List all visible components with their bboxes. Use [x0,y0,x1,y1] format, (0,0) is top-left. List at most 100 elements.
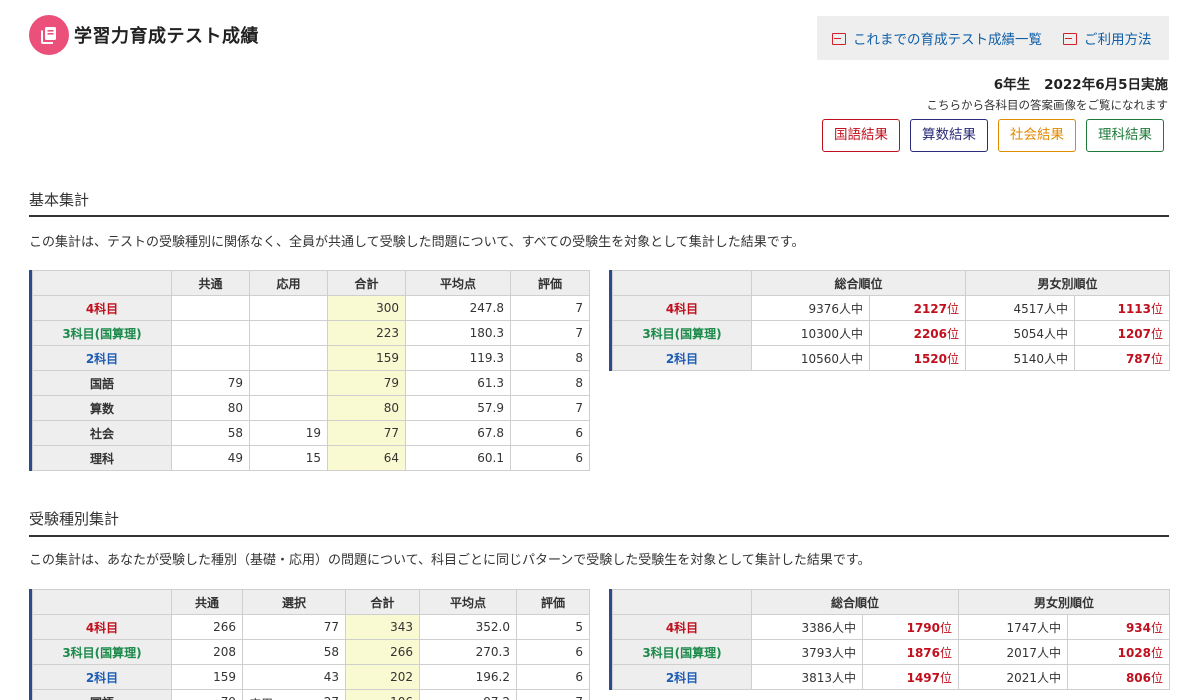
common-score [171,345,250,371]
common-score: 208 [171,639,243,665]
header-cell: 男女別順位 [965,270,1171,296]
row-label: 3科目(国算理) [612,320,752,346]
page-title: 学習力育成テスト成績 [74,26,259,47]
table-row: 4科目 266 77 343 352.0 5 [32,614,590,640]
table-row: 2科目 10560人中 1520位 5140人中 787位 [612,345,1171,371]
applied-score [249,320,328,346]
header-cell: 選択 [242,589,346,615]
row-label: 4科目 [612,614,752,640]
rank-unit: 位 [1151,301,1164,316]
table-row: 2科目 159 119.3 8 [32,345,590,371]
rank-number: 1497 [906,670,940,685]
rank-number: 1207 [1117,326,1152,341]
applied-score [249,370,328,396]
total-score: 64 [327,445,406,471]
selected-value: 27 [324,695,339,700]
row-label: 4科目 [32,614,172,640]
social-result-button[interactable]: 社会結果 [998,119,1076,152]
rank-unit: 位 [1151,351,1164,366]
evaluation: 6 [510,445,590,471]
average-score: 97.2 [419,689,517,700]
table-row: 3科目(国算理) 223 180.3 7 [32,320,590,346]
row-label: 2科目 [612,664,752,690]
type-rank-table: 総合順位 男女別順位 4科目 3386人中 1790位 1747人中 934位 … [612,589,1171,690]
header-cell: 総合順位 [750,270,967,296]
common-score [171,295,250,321]
average-score: 196.2 [419,664,517,690]
total-rank: 2127位 [868,295,967,321]
rank-number: 1790 [906,620,940,635]
science-result-button[interactable]: 理科結果 [1086,119,1164,152]
rank-unit: 位 [940,620,953,635]
evaluation: 6 [516,664,590,690]
table-header-row: 共通 応用 合計 平均点 評価 [32,270,590,296]
type-description: この集計は、あなたが受験した種別（基礎・応用）の問題について、科目ごとに同じパタ… [29,553,871,568]
row-label: 2科目 [32,345,172,371]
usage-guide-link[interactable]: ご利用方法 [1063,28,1152,48]
basic-description: この集計は、テストの受験種別に関係なく、全員が共通して受験した問題について、すべ… [29,235,805,250]
common-score: 79 [171,689,243,700]
evaluation: 8 [510,370,590,396]
grade: 6年生 [993,77,1031,93]
applied-score [249,345,328,371]
math-result-button[interactable]: 算数結果 [910,119,988,152]
evaluation: 7 [510,295,590,321]
header-cell: 総合順位 [750,589,960,615]
type-section-title: 受験種別集計 [29,510,120,528]
score-history-link[interactable]: これまでの育成テスト成績一覧 [832,28,1042,48]
total-rank: 1876位 [861,639,960,665]
japanese-result-button[interactable]: 国語結果 [822,119,900,152]
total-score: 80 [327,395,406,421]
rank-unit: 位 [1151,645,1164,660]
total-score: 202 [345,664,420,690]
average-score: 60.1 [405,445,511,471]
basic-rank-table: 総合順位 男女別順位 4科目 9376人中 2127位 4517人中 1113位… [612,270,1171,371]
gender-rank: 1028位 [1067,639,1171,665]
table-row: 4科目 300 247.8 7 [32,295,590,321]
evaluation: 8 [510,345,590,371]
rank-unit: 位 [940,670,953,685]
gender-examinees: 4517人中 [965,295,1076,321]
gender-rank: 1113位 [1074,295,1171,321]
gender-examinees: 5140人中 [965,345,1076,371]
common-score: 79 [171,370,250,396]
selected-score: 43 [242,664,346,690]
selection-type: 応用 [249,695,273,700]
average-score: 57.9 [405,395,511,421]
gender-rank: 787位 [1074,345,1171,371]
header-cell [612,270,752,296]
table-row: 4科目 9376人中 2127位 4517人中 1113位 [612,295,1171,321]
total-examinees: 3386人中 [751,614,863,640]
total-examinees: 10560人中 [751,345,870,371]
table-row: 国語 79 79 61.3 8 [32,370,590,396]
rank-unit: 位 [1151,670,1164,685]
table-row: 社会 58 19 77 67.8 6 [32,420,590,446]
table-row: 2科目 159 43 202 196.2 6 [32,664,590,690]
rank-number: 806 [1125,670,1152,685]
table-row: 国語 79 応用 27 106 97.2 7 [32,689,590,700]
table-header-row: 総合順位 男女別順位 [612,589,1171,615]
gender-examinees: 2021人中 [958,664,1069,690]
header-cell [612,589,752,615]
row-label: 国語 [32,689,172,700]
gender-rank: 806位 [1067,664,1171,690]
row-label: 3科目(国算理) [32,639,172,665]
row-label: 算数 [32,395,172,421]
header-cell: 平均点 [405,270,511,296]
evaluation: 7 [510,320,590,346]
table-row: 4科目 3386人中 1790位 1747人中 934位 [612,614,1171,640]
total-score: 79 [327,370,406,396]
average-score: 61.3 [405,370,511,396]
total-rank: 1790位 [861,614,960,640]
gender-examinees: 5054人中 [965,320,1076,346]
rank-number: 1028 [1117,645,1152,660]
average-score: 352.0 [419,614,517,640]
link-icon [1063,33,1077,45]
header-cell: 共通 [171,270,250,296]
section-divider [29,535,1169,537]
evaluation: 7 [510,395,590,421]
common-score: 80 [171,395,250,421]
row-label: 2科目 [32,664,172,690]
header-cell: 合計 [345,589,420,615]
table-row: 3科目(国算理) 208 58 266 270.3 6 [32,639,590,665]
